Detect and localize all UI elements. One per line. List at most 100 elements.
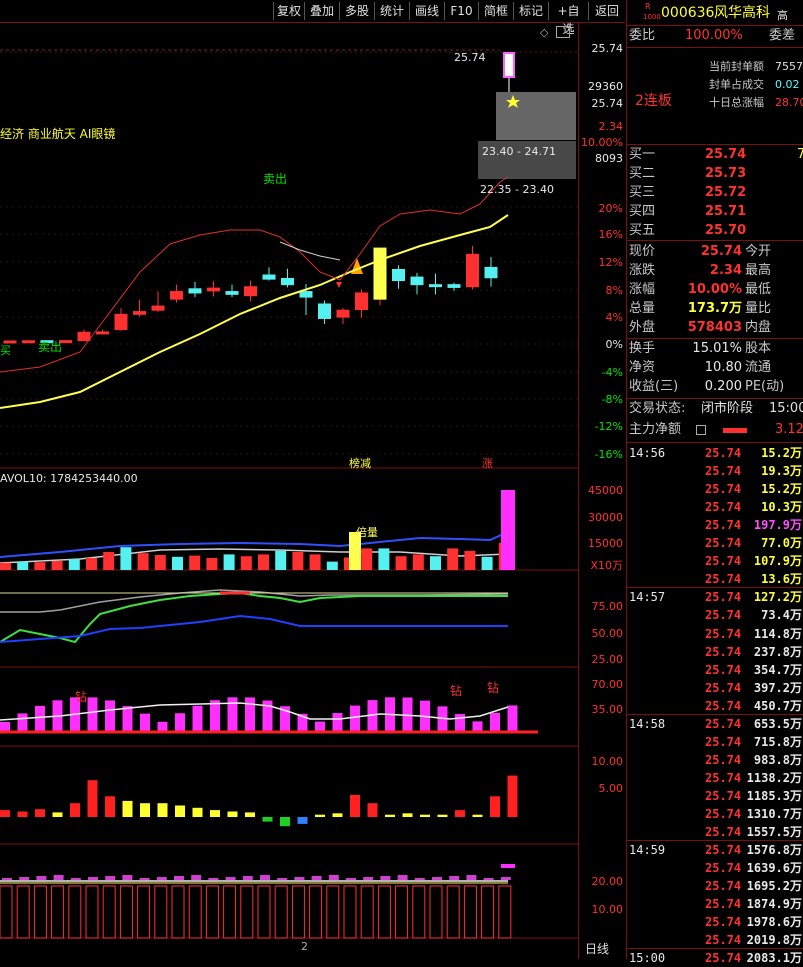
bid-price: 25.71 [705, 204, 747, 219]
axis-label: 12% [598, 256, 623, 269]
volume-bar [361, 548, 373, 570]
chart-canvas [0, 49, 578, 939]
simple-frame-button[interactable]: 简框 [478, 2, 513, 20]
quote-label: 外盘 [629, 320, 656, 335]
tick-price: 25.74 [705, 807, 742, 821]
tick-time: 14:57 [629, 590, 666, 605]
add-favorite-button[interactable]: +自选 [548, 2, 588, 36]
ind4-mini-bar [500, 877, 511, 880]
ind3-bar [192, 807, 203, 817]
axis-label: 2.34 [598, 120, 624, 133]
tick-price: 25.74 [705, 644, 742, 659]
tick-price: 25.74 [705, 554, 742, 569]
ind2-bar [105, 700, 115, 732]
volume-bar [223, 554, 235, 570]
tick-price: 25.74 [705, 572, 742, 587]
tick-price: 25.74 [705, 752, 742, 767]
tick-price: 25.74 [705, 716, 742, 731]
flow-bar [723, 428, 747, 433]
statistics-button[interactable]: 统计 [374, 2, 409, 20]
ind4-mini-bar [328, 875, 339, 880]
bid-price: 25.70 [705, 223, 747, 238]
price-axis: 25.74 29360 25.74 2.34 10.00% 8093 20% 1… [578, 22, 626, 959]
buy-signal-label: 买 [0, 344, 11, 357]
volume-bar [326, 561, 338, 570]
tick-price: 25.74 [705, 897, 742, 912]
tick-volume: 1185.3万 [746, 788, 802, 803]
tick-time: 15:00 [629, 951, 666, 966]
tick-row: 14:59 25.74 1576.8万 [627, 841, 803, 859]
back-button[interactable]: 返回 [588, 2, 625, 20]
ind4-mini-bar [414, 878, 425, 880]
tick-row: 25.74 107.9万 [627, 552, 803, 570]
ind4-mini-bar [346, 878, 356, 880]
tick-row: 25.74 77.0万 [627, 534, 803, 552]
quote-row: 涨幅 10.00% 最低 [627, 281, 803, 299]
ind4-mini-bar [242, 876, 253, 880]
rise-tag: 涨 [482, 457, 493, 470]
tick-row: 25.74 1310.7万 [627, 805, 803, 823]
tick-volume: 354.7万 [753, 662, 802, 677]
ind4-bar [0, 885, 13, 939]
axis-label: 8% [605, 284, 623, 297]
stock-name: 风华高科 [714, 5, 770, 21]
tick-price: 25.74 [705, 482, 742, 497]
tick-row: 25.74 237.8万 [627, 643, 803, 661]
tick-row: 25.74 197.9万 [627, 516, 803, 534]
ind1-blue [0, 614, 508, 643]
bid-row[interactable]: 买一 25.74 7 [627, 146, 803, 164]
volume-bar [447, 548, 459, 570]
tick-price: 25.74 [705, 662, 742, 677]
bid-row[interactable]: 买三 25.72 [627, 184, 803, 202]
candle-body [225, 291, 239, 295]
ind2-bar [332, 713, 343, 732]
tenday-row: 十日总涨幅 28.70 [627, 94, 803, 112]
list-icon[interactable] [696, 425, 706, 435]
ind4-bar [16, 885, 30, 939]
quote-row: 总量 173.7万 量比 [627, 300, 803, 318]
drill-label: 钻 [450, 684, 463, 698]
f10-button[interactable]: F10 [444, 2, 478, 20]
ind4-mini-bar [191, 875, 202, 880]
candle-body [318, 303, 331, 319]
tick-volume: 450.7万 [753, 698, 802, 713]
ind4-mini-bar [483, 878, 494, 880]
tick-row: 25.74 73.4万 [627, 606, 803, 624]
tick-time: 14:56 [629, 446, 666, 460]
ind4-mini-bar [449, 876, 460, 880]
sell-signal-label: 卖出 [263, 172, 288, 186]
bid-row[interactable]: 买四 25.71 [627, 203, 803, 221]
ind2-bar [175, 713, 185, 732]
overlay-button[interactable]: 叠加 [304, 2, 339, 20]
quote-right-label: 内盘 [745, 320, 772, 335]
bid-row[interactable]: 买二 25.73 [627, 165, 803, 183]
ind3-bar [472, 814, 483, 817]
tick-price: 25.74 [705, 788, 742, 803]
high-price-label: 25.74 [454, 51, 486, 64]
bid-label: 买一 [629, 147, 656, 162]
draw-line-button[interactable]: 画线 [409, 2, 444, 20]
restore-rights-button[interactable]: 复权 [273, 2, 304, 20]
kline-chart[interactable]: 经济 商业航天 AI眼镜 25.74 23.40 - 24.71 22.35 -… [0, 22, 578, 959]
chart-toggle-icon[interactable] [556, 26, 570, 38]
candle-body [484, 266, 498, 279]
tick-price: 25.74 [705, 590, 742, 605]
ind4-mini-bar [2, 878, 12, 880]
quote-value: 10.00% [687, 282, 742, 297]
ma-white-line [279, 241, 341, 261]
seal-amount-label: 当前封单额 [709, 60, 764, 73]
multi-stock-button[interactable]: 多股 [339, 2, 374, 20]
ind3-bars [0, 775, 518, 827]
tick-volume: 127.2万 [753, 590, 802, 605]
mark-button[interactable]: 标记 [513, 2, 548, 20]
bid-row[interactable]: 买五 25.70 [627, 222, 803, 240]
axis-label: 25.74 [591, 42, 624, 55]
volume-bar [0, 562, 11, 570]
diamond-icon[interactable]: ◇ [540, 26, 548, 39]
seal-amount-row: 当前封单额 7557 [627, 58, 803, 76]
tick-volume: 10.3万 [761, 500, 802, 515]
candle-body [466, 253, 479, 288]
period-button[interactable]: 日线 [585, 940, 609, 957]
tick-row: 14:58 25.74 653.5万 [627, 715, 803, 733]
seal-ratio-label: 封单占成交 [709, 78, 764, 91]
